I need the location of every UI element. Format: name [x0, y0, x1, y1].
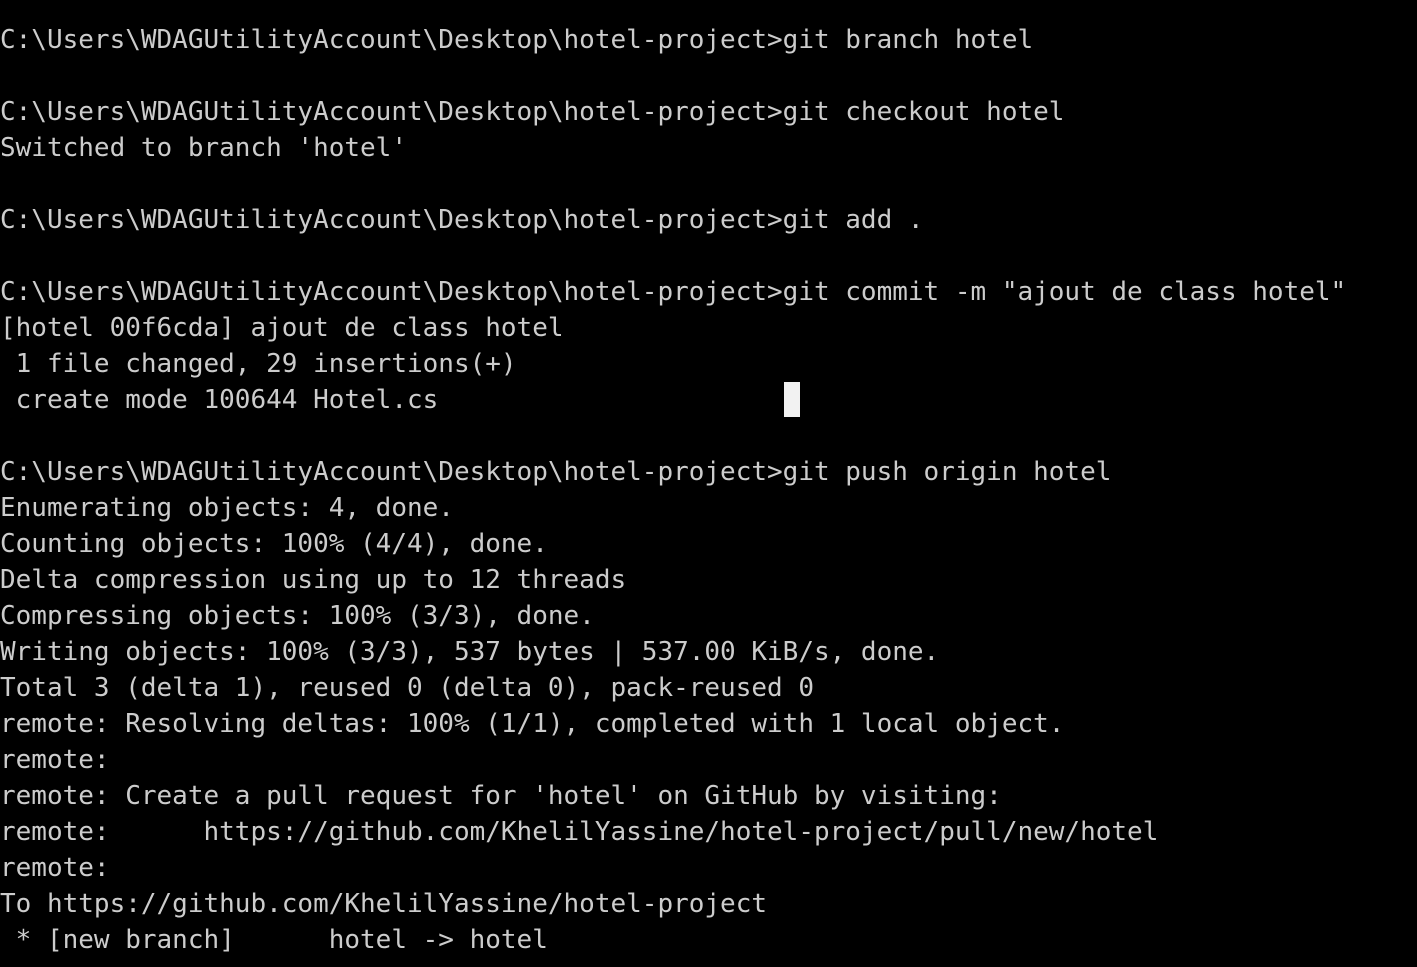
output-line: * [new branch] hotel -> hotel: [0, 925, 548, 955]
prompt-line-commit: C:\Users\WDAGUtilityAccount\Desktop\hote…: [0, 277, 1347, 307]
output-line: 1 file changed, 29 insertions(+): [0, 349, 517, 379]
prompt-line-checkout: C:\Users\WDAGUtilityAccount\Desktop\hote…: [0, 97, 1065, 127]
output-line: remote:: [0, 745, 110, 775]
terminal-output[interactable]: C:\Users\WDAGUtilityAccount\Desktop\hote…: [0, 22, 1417, 967]
output-line: [hotel 00f6cda] ajout de class hotel: [0, 313, 564, 343]
output-line: Writing objects: 100% (3/3), 537 bytes |…: [0, 637, 940, 667]
prompt-line-add: C:\Users\WDAGUtilityAccount\Desktop\hote…: [0, 205, 924, 235]
output-line: To https://github.com/KhelilYassine/hote…: [0, 889, 768, 919]
output-line: Enumerating objects: 4, done.: [0, 493, 454, 523]
pull-request-url-line[interactable]: remote: https://github.com/KhelilYassine…: [0, 814, 1417, 850]
output-line: create mode 100644 Hotel.cs: [0, 385, 439, 415]
prompt-line-branch: C:\Users\WDAGUtilityAccount\Desktop\hote…: [0, 25, 1034, 55]
output-line: remote:: [0, 853, 110, 883]
output-line: remote: Resolving deltas: 100% (1/1), co…: [0, 709, 1065, 739]
output-line: Delta compression using up to 12 threads: [0, 565, 627, 595]
output-line: Compressing objects: 100% (3/3), done.: [0, 601, 595, 631]
output-line: Counting objects: 100% (4/4), done.: [0, 529, 548, 559]
output-line: remote: Create a pull request for 'hotel…: [0, 781, 1002, 811]
output-line: Total 3 (delta 1), reused 0 (delta 0), p…: [0, 673, 814, 703]
prompt-line-push: C:\Users\WDAGUtilityAccount\Desktop\hote…: [0, 457, 1112, 487]
text-cursor: [784, 382, 800, 417]
output-line: Switched to branch 'hotel': [0, 133, 407, 163]
